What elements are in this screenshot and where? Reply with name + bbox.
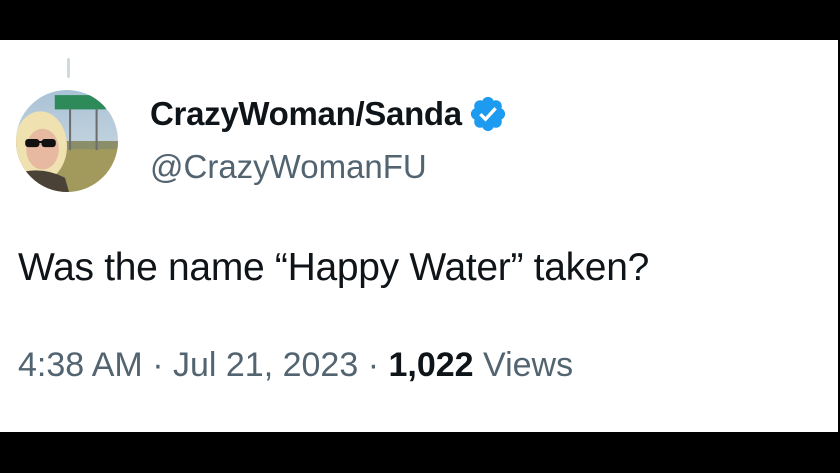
verified-badge-icon	[470, 96, 505, 132]
author-row: CrazyWoman/Sanda	[150, 94, 508, 134]
tweet-time[interactable]: 4:38 AM	[18, 346, 143, 384]
views-label: Views	[483, 346, 574, 384]
avatar[interactable]	[16, 90, 118, 192]
tweet-meta: 4:38 AM · Jul 21, 2023 · 1,022 Views	[18, 346, 573, 385]
profile-photo-icon	[16, 90, 118, 192]
tweet-text: Was the name “Happy Water” taken?	[18, 246, 649, 289]
thread-line	[67, 58, 70, 78]
author-handle[interactable]: @CrazyWomanFU	[150, 148, 427, 186]
tweet-card: CrazyWoman/Sanda @CrazyWomanFU Was the n…	[0, 40, 840, 432]
meta-separator: ·	[367, 346, 380, 384]
meta-separator: ·	[152, 346, 164, 384]
views-count[interactable]: 1,022	[388, 346, 473, 384]
tweet-date[interactable]: Jul 21, 2023	[173, 346, 358, 384]
display-name[interactable]: CrazyWoman/Sanda	[150, 95, 462, 133]
